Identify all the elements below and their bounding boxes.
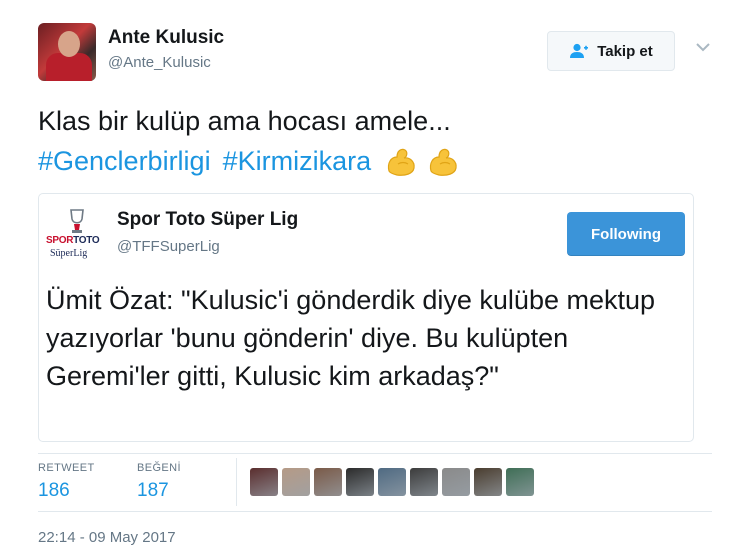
- like-count[interactable]: 187: [137, 480, 169, 502]
- tweet-text: Klas bir kulüp ama hocası amele... #Genc…: [38, 101, 718, 181]
- quoted-tweet-text: Ümit Özat: "Kulusic'i gönderdik diye kul…: [46, 285, 656, 391]
- hashtag-kirmizikara[interactable]: #Kirmizikara: [223, 141, 372, 181]
- liker-avatar[interactable]: [346, 468, 374, 496]
- author-name[interactable]: Ante Kulusic: [108, 27, 224, 49]
- trophy-logo-icon: [70, 209, 84, 233]
- liker-avatar[interactable]: [410, 468, 438, 496]
- logo-sub: SüperLig: [50, 248, 88, 259]
- liker-avatar[interactable]: [474, 468, 502, 496]
- tweet-timestamp[interactable]: 22:14 - 09 May 2017: [38, 529, 176, 546]
- retweet-count[interactable]: 186: [38, 480, 70, 502]
- quoted-author-handle[interactable]: @TFFSuperLig: [117, 238, 220, 255]
- liker-avatar[interactable]: [314, 468, 342, 496]
- flexed-biceps-icon: [388, 148, 415, 176]
- liker-avatar[interactable]: [282, 468, 310, 496]
- follow-button-label: Takip et: [597, 42, 653, 60]
- author-handle[interactable]: @Ante_Kulusic: [108, 54, 211, 71]
- liker-avatar[interactable]: [250, 468, 278, 496]
- liker-avatar[interactable]: [378, 468, 406, 496]
- flexed-biceps-icon: [430, 148, 457, 176]
- retweet-label: RETWEET: [38, 462, 95, 474]
- liker-avatar[interactable]: [442, 468, 470, 496]
- liker-avatars: [250, 468, 534, 496]
- add-user-icon: [570, 43, 589, 58]
- avatar-face: [58, 31, 80, 57]
- avatar-shirt: [46, 53, 92, 81]
- tweet-text-line: Klas bir kulüp ama hocası amele...: [38, 106, 451, 136]
- hashtag-genclerbirligi[interactable]: #Genclerbirligi: [38, 141, 211, 181]
- quoted-author-name[interactable]: Spor Toto Süper Lig: [117, 209, 298, 231]
- author-avatar[interactable]: [38, 23, 96, 81]
- super-lig-logo[interactable]: SPORTOTO SüperLig: [46, 205, 108, 261]
- liker-avatar[interactable]: [506, 468, 534, 496]
- divider-bottom: [38, 511, 712, 512]
- chevron-down-icon[interactable]: [694, 40, 712, 54]
- like-label: BEĞENİ: [137, 462, 181, 474]
- divider-top: [38, 453, 712, 454]
- follow-button[interactable]: Takip et: [547, 31, 675, 71]
- logo-brand: SPORTOTO: [46, 235, 100, 246]
- following-button[interactable]: Following: [567, 212, 685, 256]
- logo-brand-spor: SPOR: [46, 235, 74, 246]
- stats-divider: [236, 458, 237, 506]
- logo-brand-toto: TOTO: [73, 235, 100, 246]
